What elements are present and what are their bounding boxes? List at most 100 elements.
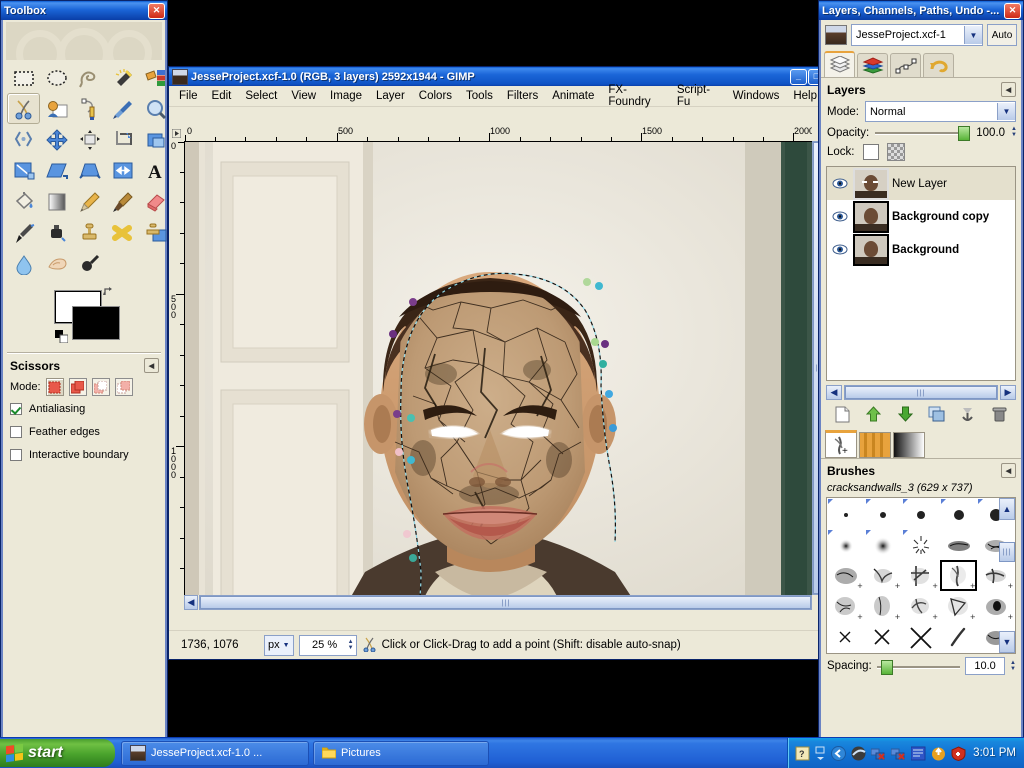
brush-cell[interactable]: + [827, 560, 865, 591]
horizontal-ruler[interactable]: 0 500 1000 1500 2000 [184, 126, 812, 142]
brush-cell[interactable] [940, 622, 978, 653]
tab-brushes[interactable]: + [825, 430, 857, 458]
menu-filters[interactable]: Filters [500, 88, 545, 104]
ink-tool[interactable] [40, 217, 73, 248]
measure-tool[interactable] [7, 124, 40, 155]
brush-cell[interactable] [902, 498, 940, 529]
tab-channels[interactable] [857, 53, 888, 77]
spacing-spinner[interactable]: ▲ ▼ [1010, 660, 1016, 672]
bucket-fill-tool[interactable] [7, 186, 40, 217]
smudge-tool[interactable] [40, 248, 73, 279]
raise-layer-button[interactable] [862, 404, 886, 424]
brushes-scroll-down-button[interactable]: ▼ [999, 631, 1015, 653]
menu-select[interactable]: Select [238, 88, 284, 104]
tab-paths[interactable] [890, 53, 921, 77]
paintbrush-tool[interactable] [106, 186, 139, 217]
vertical-ruler[interactable]: 0 500 1000 1500 [169, 141, 185, 595]
pencil-tool[interactable] [73, 186, 106, 217]
new-layer-button[interactable] [831, 404, 855, 424]
security-shield-icon[interactable] [951, 745, 966, 761]
layer-row-background[interactable]: Background [827, 233, 1015, 266]
opacity-slider[interactable] [875, 126, 971, 141]
toolbox-titlebar[interactable]: Toolbox ✕ [1, 1, 167, 20]
taskbar-clock[interactable]: 3:01 PM [973, 747, 1016, 759]
chevron-down-icon[interactable]: ▼ [997, 103, 1015, 120]
antialiasing-checkbox[interactable] [10, 403, 22, 415]
perspective-tool[interactable] [73, 155, 106, 186]
shear-tool[interactable] [40, 155, 73, 186]
brush-cell[interactable] [827, 498, 865, 529]
help-icon[interactable]: ? [795, 746, 810, 761]
eye-icon[interactable] [830, 244, 850, 255]
tab-layers[interactable] [824, 51, 855, 77]
zoom-selector[interactable]: 25 % ▲ ▼ [298, 634, 357, 656]
collapse-icon[interactable]: ◀ [1001, 463, 1016, 478]
brush-cell[interactable]: + [865, 560, 903, 591]
crop-tool[interactable] [106, 124, 139, 155]
update-icon[interactable] [931, 746, 946, 761]
collapse-icon[interactable]: ◀ [1001, 82, 1016, 97]
brush-cell[interactable] [940, 498, 978, 529]
dodge-burn-tool[interactable] [73, 248, 106, 279]
menu-image[interactable]: Image [323, 88, 369, 104]
swap-colors-icon[interactable] [103, 286, 115, 298]
brushes-scroll-up-button[interactable]: ▲ [999, 498, 1015, 520]
anchor-layer-button[interactable] [956, 404, 980, 424]
show-desktop-icon[interactable] [815, 746, 826, 761]
default-colors-icon[interactable] [55, 330, 68, 343]
spacing-slider[interactable] [876, 659, 961, 675]
option-feather-edges[interactable]: Feather edges [10, 426, 159, 438]
heal-tool[interactable] [106, 217, 139, 248]
menu-tools[interactable]: Tools [459, 88, 500, 104]
option-antialiasing[interactable]: Antialiasing [10, 403, 159, 415]
menu-fx-foundry[interactable]: FX-Foundry [601, 82, 669, 110]
color-swatch-area[interactable] [3, 283, 165, 349]
lower-layer-button[interactable] [893, 404, 917, 424]
start-button[interactable]: start [0, 739, 115, 767]
option-interactive-boundary[interactable]: Interactive boundary [10, 449, 159, 461]
delete-layer-button[interactable] [987, 404, 1011, 424]
eye-icon[interactable] [830, 211, 850, 222]
brush-cell[interactable]: + [865, 591, 903, 622]
brush-cell[interactable]: + [940, 591, 978, 622]
opacity-spinner[interactable]: ▲ ▼ [1011, 126, 1017, 138]
tab-patterns[interactable] [859, 432, 891, 458]
layers-list-scrollbar[interactable]: ◀ ▶ [826, 385, 1016, 400]
brush-cell[interactable] [865, 498, 903, 529]
menu-windows[interactable]: Windows [726, 88, 787, 104]
scroll-left-button[interactable]: ◀ [826, 385, 842, 400]
interactive-boundary-checkbox[interactable] [10, 449, 22, 461]
mode-subtract-button[interactable] [91, 378, 110, 396]
brush-cell[interactable]: + [902, 591, 940, 622]
network-disconnected-icon[interactable] [870, 746, 886, 761]
collapse-icon[interactable]: ◀ [144, 358, 159, 373]
ellipse-select-tool[interactable] [40, 62, 73, 93]
network-disconnected-2-icon[interactable] [890, 746, 906, 761]
scissors-select-tool[interactable] [7, 93, 40, 124]
brush-cell[interactable] [940, 529, 978, 560]
gimp-minimize-button[interactable]: _ [790, 68, 807, 85]
dock-close-button[interactable]: ✕ [1004, 2, 1021, 19]
paths-tool[interactable] [73, 93, 106, 124]
dock-titlebar[interactable]: Layers, Channels, Paths, Undo -... ✕ [819, 1, 1023, 20]
brush-cell[interactable]: + [902, 560, 940, 591]
brush-cell[interactable] [827, 529, 865, 560]
tab-undo-history[interactable] [923, 53, 954, 77]
zoom-spinner[interactable]: ▲ ▼ [348, 639, 354, 651]
menu-layer[interactable]: Layer [369, 88, 412, 104]
layer-row-new-layer[interactable]: New Layer [827, 167, 1015, 200]
image-combo[interactable]: JesseProject.xcf-1 ▼ [851, 24, 983, 46]
menu-colors[interactable]: Colors [412, 88, 459, 104]
lock-alpha-icon[interactable] [886, 143, 905, 161]
menu-file[interactable]: File [172, 88, 205, 104]
brush-cell[interactable] [865, 622, 903, 653]
rect-select-tool[interactable] [7, 62, 40, 93]
auto-button[interactable]: Auto [987, 24, 1017, 46]
brush-cell[interactable] [865, 529, 903, 560]
airbrush-tool[interactable] [7, 217, 40, 248]
scroll-right-button[interactable]: ▶ [1000, 385, 1016, 400]
menu-script-fu[interactable]: Script-Fu [670, 82, 726, 110]
mode-intersect-button[interactable] [114, 378, 133, 396]
feather-edges-checkbox[interactable] [10, 426, 22, 438]
color-picker-tool[interactable] [106, 93, 139, 124]
